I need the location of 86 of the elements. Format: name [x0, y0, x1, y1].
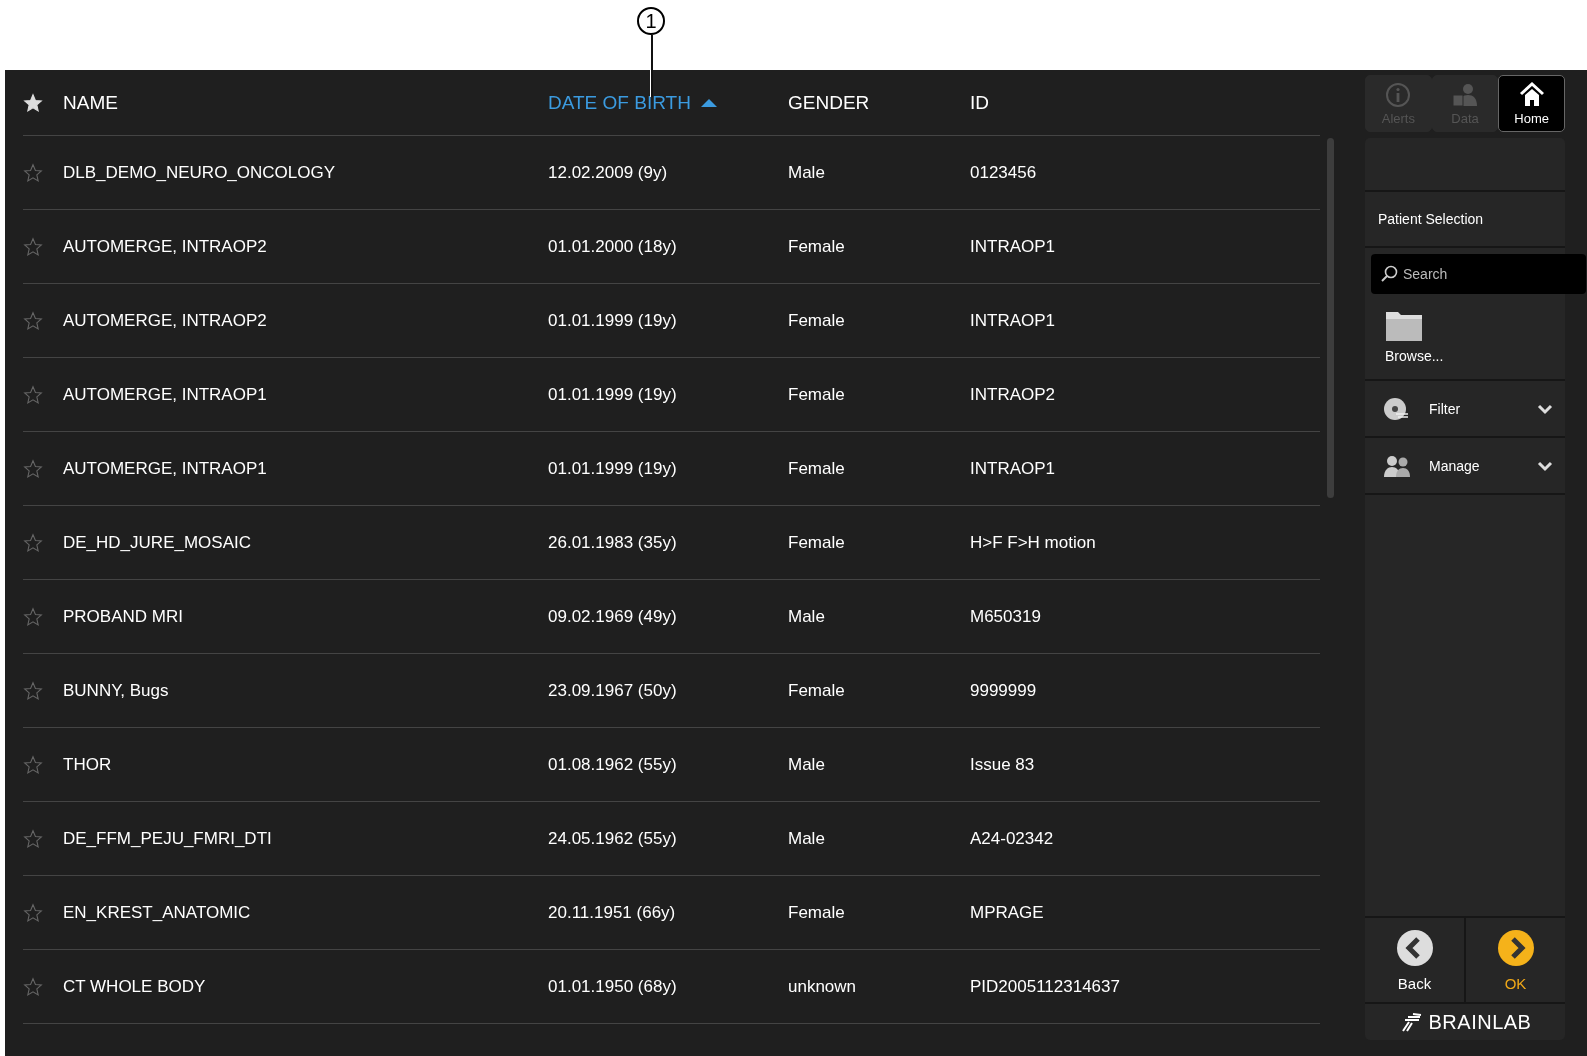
table-cell-text: 01.01.1999 (19y): [548, 384, 678, 405]
table-cell-text: AUTOMERGE, INTRAOP1: [63, 384, 268, 405]
chevron-icon: [1537, 459, 1553, 472]
table-cell-text: Female: [788, 458, 846, 479]
table-cell-text: BUNNY, Bugs: [63, 680, 170, 701]
scrollbar[interactable]: [1327, 138, 1334, 498]
table-cell-text: INTRAOP1: [970, 458, 1057, 479]
table-cell-text: MPRAGE: [970, 902, 1045, 923]
person-data-icon: [1451, 81, 1479, 108]
star-icon[interactable]: [23, 162, 43, 183]
table-cell-text: Female: [788, 902, 846, 923]
nav-tab[interactable]: Home: [1498, 75, 1565, 132]
panel-title: Patient Selection: [1365, 192, 1565, 248]
star-icon[interactable]: [23, 976, 43, 997]
table-cell-text: PROBAND MRI: [63, 606, 184, 627]
table-cell-text: AUTOMERGE, INTRAOP2: [63, 236, 268, 257]
table-cell-text: Female: [788, 384, 846, 405]
home-icon: [1517, 81, 1546, 108]
table-cell-text: Female: [788, 236, 846, 257]
table-cell-text: Female: [788, 310, 846, 331]
table-cell-text: 01.08.1962 (55y): [548, 754, 678, 775]
expandable-section[interactable]: Filter: [1365, 381, 1565, 438]
filter-disc-icon: [1383, 395, 1411, 422]
table-cell-text: Issue 83: [970, 754, 1036, 775]
table-cell-text: Male: [788, 754, 826, 775]
star-icon[interactable]: [23, 828, 43, 849]
star-icon[interactable]: [23, 754, 43, 775]
search-field[interactable]: Search: [1371, 254, 1586, 294]
table-cell-text: 12.02.2009 (9y): [548, 162, 669, 183]
table-cell-text: INTRAOP1: [970, 236, 1057, 257]
table-cell-text: 9999999: [970, 680, 1038, 701]
table-cell-text: M650319: [970, 606, 1042, 627]
table-cell-text: DLB_DEMO_NEURO_ONCOLOGY: [63, 162, 337, 183]
table-cell-text: H>F F>H motion: [970, 532, 1097, 553]
table-cell-text: CT WHOLE BODY: [63, 976, 207, 997]
table-cell-text: 01.01.2000 (18y): [548, 236, 678, 257]
table-cell-text: PID2005112314637: [970, 976, 1121, 997]
table-cell-text: 26.01.1983 (35y): [548, 532, 678, 553]
star-icon[interactable]: [23, 680, 43, 701]
table-cell-text: Male: [788, 828, 826, 849]
table-cell-text: 01.01.1999 (19y): [548, 458, 678, 479]
table-cell-text: Male: [788, 606, 826, 627]
table-cell-text: 09.02.1969 (49y): [548, 606, 678, 627]
star-icon[interactable]: [23, 532, 43, 553]
star-icon[interactable]: [23, 902, 43, 923]
table-cell-text: DE_HD_JURE_MOSAIC: [63, 532, 252, 553]
column-header[interactable]: GENDER: [788, 91, 970, 114]
star-icon[interactable]: [23, 236, 43, 257]
table-cell-text: AUTOMERGE, INTRAOP1: [63, 458, 268, 479]
star-icon[interactable]: [23, 458, 43, 479]
table-cell-text: unknown: [788, 976, 858, 997]
info-icon: [1385, 81, 1412, 108]
table-cell-text: Male: [788, 162, 826, 183]
people-icon: [1383, 454, 1411, 477]
brand-logo: BRAINLAB: [1428, 1010, 1532, 1034]
table-cell-text: 23.09.1967 (50y): [548, 680, 678, 701]
table-cell-text: A24-02342: [970, 828, 1055, 849]
search-icon: [1380, 265, 1398, 283]
nav-button[interactable]: OK: [1464, 918, 1565, 1002]
column-header[interactable]: ID: [970, 91, 1320, 114]
table-cell-text: 0123456: [970, 162, 1038, 183]
column-header[interactable]: NAME: [63, 91, 548, 114]
table-cell-text: 01.01.1950 (68y): [548, 976, 678, 997]
table-cell-text: INTRAOP1: [970, 310, 1057, 331]
column-header[interactable]: DATE OF BIRTH: [548, 91, 788, 114]
table-cell-text: THOR: [63, 754, 113, 775]
star-icon[interactable]: [23, 384, 43, 405]
table-cell-text: 01.01.1999 (19y): [548, 310, 678, 331]
expandable-section[interactable]: Manage: [1365, 438, 1565, 495]
table-cell-text: INTRAOP2: [970, 384, 1057, 405]
star-icon[interactable]: [23, 310, 43, 331]
table-cell-text: EN_KREST_ANATOMIC: [63, 902, 252, 923]
table-cell-text: 24.05.1962 (55y): [548, 828, 678, 849]
table-cell-text: 20.11.1951 (66y): [548, 902, 677, 923]
star-icon[interactable]: [23, 606, 43, 627]
table-cell-text: DE_FFM_PEJU_FMRI_DTI: [63, 828, 273, 849]
chevron-icon: [1537, 402, 1553, 415]
table-cell-text: Female: [788, 532, 846, 553]
nav-button[interactable]: Back: [1365, 918, 1464, 1002]
table-cell-text: AUTOMERGE, INTRAOP2: [63, 310, 268, 331]
table-cell-text: Female: [788, 680, 846, 701]
browse-button[interactable]: Browse...: [1365, 294, 1565, 381]
sort-ascending-icon: [700, 98, 717, 107]
callout-marker: 1: [637, 7, 665, 35]
folder-icon: [1385, 309, 1423, 342]
leader-line: [649, 35, 653, 97]
